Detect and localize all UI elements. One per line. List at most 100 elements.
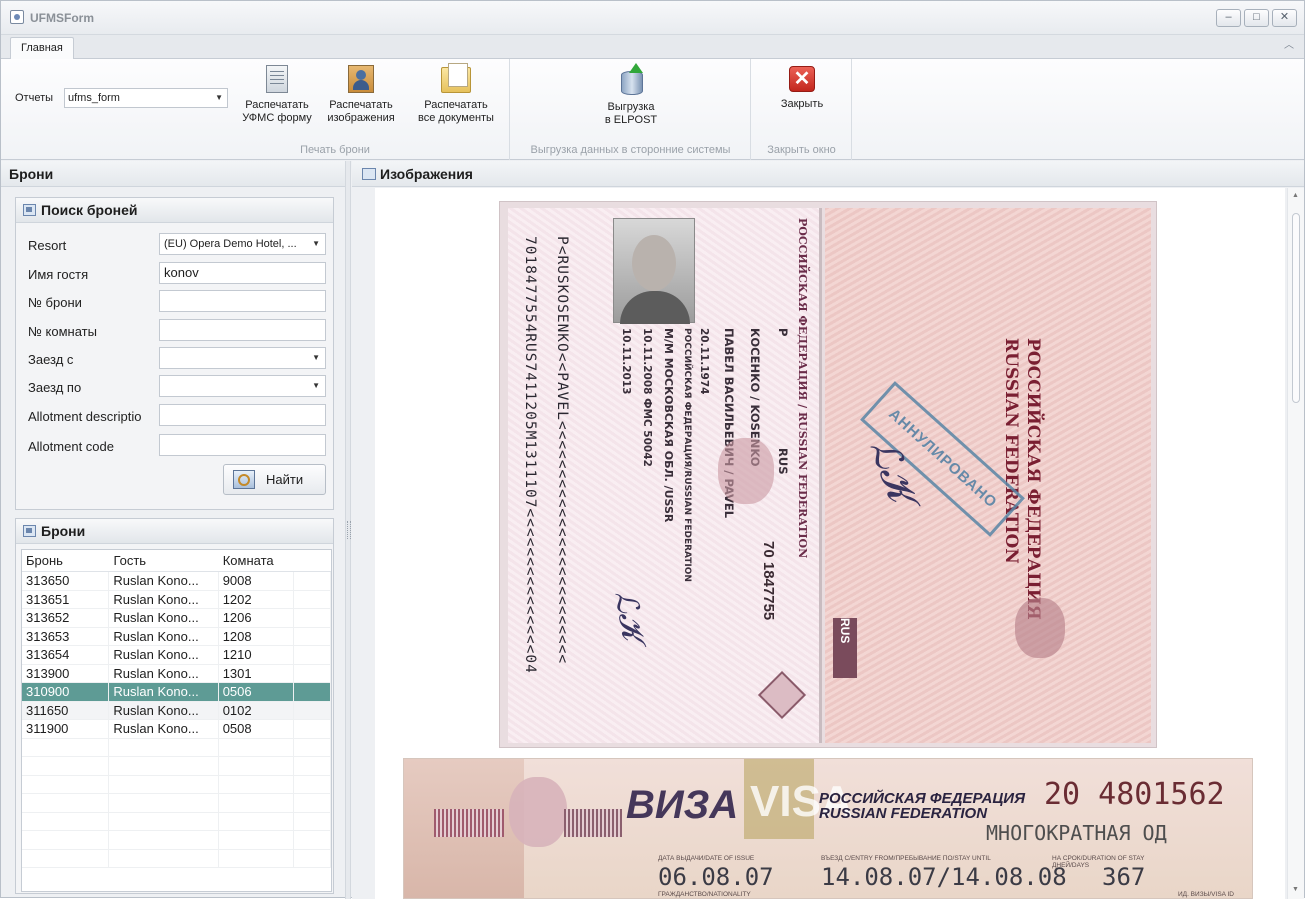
passport-expiry: 10.11.2013 bbox=[620, 328, 632, 395]
find-button[interactable]: Найти bbox=[223, 464, 326, 495]
column-header-booking[interactable]: Бронь bbox=[22, 550, 109, 571]
table-row[interactable]: 313653 Ruslan Kono... 1208 bbox=[22, 627, 331, 646]
print-ufms-button[interactable]: Распечатать УФМС форму bbox=[239, 63, 315, 125]
chevron-down-icon: ▼ bbox=[312, 239, 320, 248]
guest-name-label: Имя гостя bbox=[28, 267, 89, 282]
passport-dob: 20.11.1974 bbox=[698, 328, 710, 395]
passport-birth-country: РОССИЙСКАЯ ФЕДЕРАЦИЯ/RUSSIAN FEDERATION bbox=[682, 328, 692, 582]
arrival-from-select[interactable]: ▼ bbox=[159, 347, 326, 369]
booking-cell: 313651 bbox=[22, 590, 110, 608]
booking-cell: 313652 bbox=[22, 609, 110, 627]
window-controls: – □ ✕ bbox=[1216, 9, 1297, 27]
close-button[interactable]: ✕ Закрыть bbox=[767, 63, 837, 111]
table-row[interactable]: 311900 Ruslan Kono... 0508 bbox=[22, 720, 331, 739]
empty-cell bbox=[294, 812, 331, 830]
ribbon-collapse-icon[interactable]: ︿ bbox=[1284, 41, 1296, 51]
print-images-button[interactable]: Распечатать изображения bbox=[321, 63, 401, 125]
group-caption-close: Закрыть окно bbox=[767, 144, 836, 156]
booking-cell: 313653 bbox=[22, 627, 110, 645]
allotment-code-label: Allotment code bbox=[28, 439, 114, 454]
booking-number-label: № брони bbox=[28, 295, 82, 310]
visa-scan-image[interactable]: ВИЗА VISA РОССИЙСКАЯ ФЕДЕРАЦИЯ RUSSIAN F… bbox=[403, 758, 1253, 899]
column-header-room[interactable]: Комната bbox=[219, 550, 295, 571]
empty-cell bbox=[219, 849, 295, 867]
tab-main[interactable]: Главная bbox=[10, 37, 74, 60]
minimize-button[interactable]: – bbox=[1216, 9, 1241, 27]
scroll-up-icon[interactable]: ▲ bbox=[1292, 192, 1299, 199]
chevron-down-icon: ▼ bbox=[312, 381, 320, 390]
empty-cell bbox=[22, 831, 110, 849]
images-scrollbar[interactable]: ▲ ▼ bbox=[1287, 188, 1304, 899]
pane-splitter[interactable] bbox=[345, 161, 351, 899]
filler-cell bbox=[294, 701, 331, 719]
booking-number-input[interactable] bbox=[159, 290, 326, 312]
room-cell: 1206 bbox=[219, 609, 295, 627]
table-row[interactable]: 313654 Ruslan Kono... 1210 bbox=[22, 646, 331, 665]
empty-cell bbox=[219, 775, 295, 793]
arrival-from-label: Заезд с bbox=[28, 352, 74, 367]
table-row[interactable]: 311650 Ruslan Kono... 0102 bbox=[22, 701, 331, 720]
empty-row bbox=[22, 831, 331, 850]
empty-cell bbox=[22, 812, 110, 830]
guest-cell: Ruslan Kono... bbox=[109, 627, 219, 645]
maximize-button[interactable]: □ bbox=[1244, 9, 1269, 27]
passport-code: RUS bbox=[776, 448, 790, 475]
filler-cell bbox=[294, 627, 331, 645]
column-header-guest[interactable]: Гость bbox=[109, 550, 218, 571]
visa-word-ru: ВИЗА bbox=[626, 783, 739, 827]
visa-days: 367 bbox=[1102, 863, 1146, 891]
passport-data-page: P<RUSKOSENKO<<PAVEL<<<<<<<<<<<<<<<<<<<<<… bbox=[508, 208, 822, 743]
reports-select[interactable]: ufms_form ▼ bbox=[64, 88, 228, 108]
close-window-button[interactable]: ✕ bbox=[1272, 9, 1297, 27]
room-cell: 1202 bbox=[219, 590, 295, 608]
empty-row bbox=[22, 812, 331, 831]
empty-cell bbox=[219, 738, 295, 756]
visa-nationality-label: ГРАЖДАНСТВО/NATIONALITY bbox=[658, 891, 751, 898]
allotment-code-input[interactable] bbox=[159, 434, 326, 456]
bookings-grid: Бронь Гость Комната 313650 Ruslan Kono...… bbox=[21, 549, 332, 892]
passport-hologram bbox=[757, 670, 807, 720]
export-elpost-button[interactable]: Выгрузка в ELPOST bbox=[581, 63, 681, 127]
empty-cell bbox=[294, 794, 331, 812]
visa-pattern-2 bbox=[564, 809, 622, 837]
scroll-down-icon[interactable]: ▼ bbox=[1292, 886, 1299, 893]
arrival-to-label: Заезд по bbox=[28, 380, 82, 395]
booking-cell: 313654 bbox=[22, 646, 110, 664]
table-row[interactable]: 310900 Ruslan Kono... 0506 bbox=[22, 683, 331, 702]
guest-cell: Ruslan Kono... bbox=[109, 683, 219, 701]
filler-cell bbox=[294, 609, 331, 627]
grid-body: 313650 Ruslan Kono... 9008 313651 Ruslan Kon… bbox=[22, 572, 331, 868]
passport-photo bbox=[613, 218, 695, 324]
passport-scan-image[interactable]: P<RUSKOSENKO<<PAVEL<<<<<<<<<<<<<<<<<<<<<… bbox=[499, 201, 1157, 748]
empty-cell bbox=[109, 794, 219, 812]
print-all-documents-button[interactable]: Распечатать все документы bbox=[410, 63, 502, 125]
table-row[interactable]: 313900 Ruslan Kono... 1301 bbox=[22, 664, 331, 683]
room-cell: 1208 bbox=[219, 627, 295, 645]
empty-row bbox=[22, 849, 331, 868]
resort-select[interactable]: (EU) Opera Demo Hotel, ... ▼ bbox=[159, 233, 326, 255]
arrival-to-select[interactable]: ▼ bbox=[159, 375, 326, 397]
title-bar: UFMSForm – □ ✕ bbox=[1, 1, 1304, 35]
table-row[interactable]: 313651 Ruslan Kono... 1202 bbox=[22, 590, 331, 609]
images-icon bbox=[362, 168, 376, 180]
allotment-description-input[interactable] bbox=[159, 404, 326, 426]
passport-watermark bbox=[718, 438, 774, 504]
empty-row bbox=[22, 738, 331, 757]
table-row[interactable]: 313652 Ruslan Kono... 1206 bbox=[22, 609, 331, 628]
close-icon: ✕ bbox=[789, 66, 815, 92]
empty-cell bbox=[109, 775, 219, 793]
filler-cell bbox=[294, 572, 331, 590]
bookings-pane-header: Брони bbox=[1, 161, 345, 187]
reports-select-value: ufms_form bbox=[68, 92, 120, 104]
empty-cell bbox=[219, 757, 295, 775]
room-number-input[interactable] bbox=[159, 319, 326, 341]
guest-name-input[interactable]: konov bbox=[159, 262, 326, 284]
search-panel-icon bbox=[23, 204, 36, 216]
table-row[interactable]: 313650 Ruslan Kono... 9008 bbox=[22, 572, 331, 591]
guest-cell: Ruslan Kono... bbox=[109, 590, 219, 608]
guest-cell: Ruslan Kono... bbox=[109, 572, 219, 590]
scrollbar-thumb[interactable] bbox=[1292, 213, 1300, 403]
empty-cell bbox=[109, 831, 219, 849]
passport-sex-place: М/М МОСКОВСКАЯ ОБЛ. /USSR bbox=[662, 328, 675, 523]
reports-label: Отчеты bbox=[15, 92, 54, 104]
